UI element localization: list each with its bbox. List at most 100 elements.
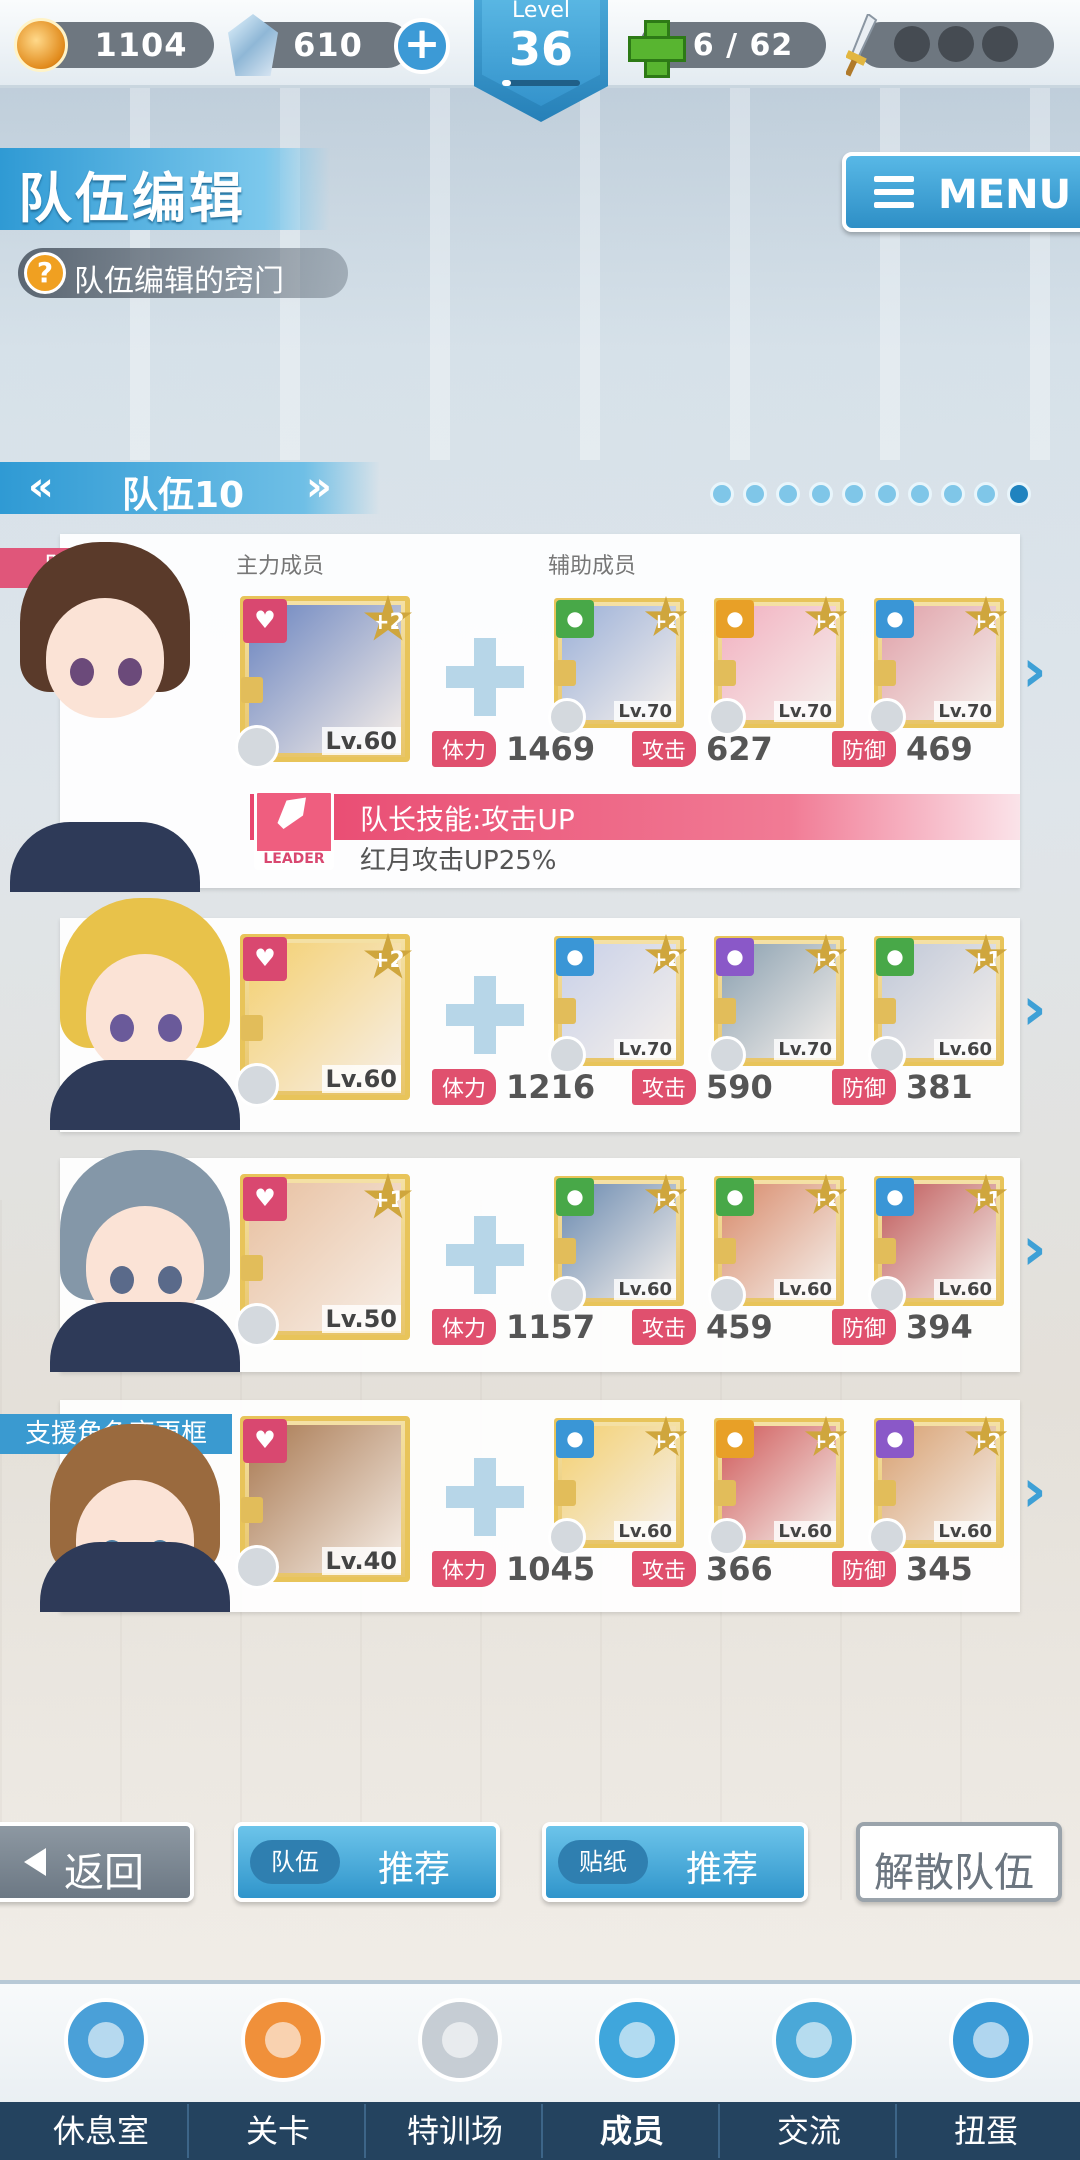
back-label: 返回 (64, 1850, 144, 1896)
main-member-card[interactable]: ♥ +1 Lv.50 (235, 1173, 412, 1347)
hp-stat-label: 体力 (432, 1551, 497, 1587)
level-progress-bar (502, 80, 580, 86)
menu-button[interactable]: MENU (842, 152, 1080, 232)
nav-label: 成员 (599, 2112, 664, 2150)
atk-stat-label: 攻击 (632, 731, 697, 767)
sword-icon (846, 14, 878, 77)
nav-label: 交流 (776, 2112, 841, 2150)
support-member-card[interactable]: ● +1 Lv.60 (868, 934, 1008, 1074)
cat-mascot-icon (589, 1992, 685, 2088)
support-member-card[interactable]: ● +1 Lv.60 (868, 1174, 1008, 1314)
team-page-dot[interactable] (710, 482, 734, 506)
team-page-dot[interactable] (842, 482, 866, 506)
curtain-stage-icon (943, 1992, 1039, 2088)
nav-curtain-stage[interactable]: 扭蛋 (901, 1990, 1071, 2160)
nav-label: 扭蛋 (953, 2112, 1018, 2150)
support-member-card[interactable]: ● +2 Lv.60 (868, 1416, 1008, 1556)
main-member-card[interactable]: ♥ +2 Lv.60 (235, 595, 412, 769)
attribute-icon: ● (876, 1420, 914, 1458)
nav-school[interactable]: 休息室 (16, 1990, 186, 2160)
atk-stat-value: 366 (706, 1550, 773, 1588)
row-detail-chevron-icon[interactable]: › (1022, 1219, 1052, 1279)
team-page-dot[interactable] (776, 482, 800, 506)
support-member-card[interactable]: ● +2 Lv.60 (548, 1416, 688, 1556)
sticker-recommend-button[interactable]: 贴纸 推荐 (542, 1822, 808, 1902)
atk-stat-value: 627 (706, 730, 773, 768)
team-recommend-button[interactable]: 队伍 推荐 (234, 1822, 500, 1902)
team-page-dot[interactable] (809, 482, 833, 506)
team-page-dot[interactable] (974, 482, 998, 506)
support-member-card[interactable]: ● +2 Lv.70 (548, 596, 688, 736)
atk-stat: 攻击 459 (632, 1308, 773, 1346)
prev-team-arrow[interactable]: « (28, 464, 54, 510)
card-level: Lv.50 (321, 1305, 401, 1333)
sticker-recommend-label: 推荐 (686, 1849, 759, 1890)
dress-icon (766, 1992, 862, 2088)
lock-icon (874, 998, 896, 1024)
row-detail-chevron-icon[interactable]: › (1022, 979, 1052, 1039)
support-member-card[interactable]: ● +2 Lv.70 (868, 596, 1008, 736)
nav-monster[interactable]: 关卡 (193, 1990, 363, 2160)
disband-team-button[interactable]: 解散队伍 (856, 1822, 1062, 1902)
back-button[interactable]: 返回 (0, 1822, 194, 1902)
main-member-card[interactable]: ♥ +2 Lv.60 (235, 933, 412, 1107)
support-member-card[interactable]: ● +2 Lv.60 (548, 1174, 688, 1314)
buy-gems-button[interactable]: + (394, 18, 450, 74)
level-number: 36 (508, 22, 573, 76)
lock-icon (554, 998, 576, 1024)
nav-crossed-swords[interactable]: 特训场 (370, 1990, 540, 2160)
attribute-icon: ● (716, 1420, 754, 1458)
hint-link[interactable]: 队伍编辑的窍门 (74, 256, 284, 300)
card-level: Lv.60 (614, 1279, 676, 1300)
stamina-plus-icon[interactable] (626, 18, 686, 78)
back-arrow-icon (24, 1848, 46, 1876)
attribute-icon: ● (556, 600, 594, 638)
team-page-dot[interactable] (1007, 482, 1031, 506)
leader-badge-label: LEADER (257, 851, 331, 867)
attribute-icon: ♥ (243, 599, 287, 643)
main-member-card[interactable]: ♥ Lv.40 (235, 1416, 410, 1589)
attribute-icon: ♥ (243, 1419, 287, 1463)
lock-icon (874, 1238, 896, 1264)
attribute-icon: ● (876, 1178, 914, 1216)
weapon-type-icon (235, 1063, 279, 1107)
team-page-indicator[interactable] (710, 482, 1031, 506)
team-page-dot[interactable] (875, 482, 899, 506)
question-icon[interactable]: ? (24, 252, 66, 294)
member-portrait (40, 898, 250, 1130)
support-member-card[interactable]: ● +2 Lv.70 (708, 934, 848, 1074)
team-page-dot[interactable] (743, 482, 767, 506)
atk-stat-value: 590 (706, 1068, 773, 1106)
atk-stat-label: 攻击 (632, 1551, 697, 1587)
row-detail-chevron-icon[interactable]: › (1022, 641, 1052, 701)
support-member-card[interactable]: ● +2 Lv.60 (708, 1416, 848, 1556)
team-page-dot[interactable] (941, 482, 965, 506)
lock-icon (241, 1255, 263, 1281)
gem-amount: 610 (293, 26, 363, 64)
support-member-card[interactable]: ● +2 Lv.70 (708, 596, 848, 736)
card-level: Lv.40 (321, 1547, 401, 1575)
coin-amount: 1104 (94, 26, 188, 64)
def-stat-value: 394 (906, 1308, 973, 1346)
support-members-label: 辅助成员 (548, 554, 637, 579)
nav-cat-mascot[interactable]: 成员 (547, 1990, 717, 2160)
hp-stat: 体力 1157 (432, 1308, 595, 1346)
card-level: Lv.60 (934, 1279, 996, 1300)
row-detail-chevron-icon[interactable]: › (1022, 1461, 1052, 1521)
hp-stat-value: 1045 (506, 1550, 596, 1588)
def-stat-value: 469 (906, 730, 973, 768)
def-stat: 防御 381 (832, 1068, 973, 1106)
attribute-icon: ● (876, 600, 914, 638)
team-page-dot[interactable] (908, 482, 932, 506)
hp-stat-label: 体力 (432, 1309, 497, 1345)
support-member-card[interactable]: ● +2 Lv.60 (708, 1174, 848, 1314)
attribute-icon: ● (876, 938, 914, 976)
support-member-card[interactable]: ● +2 Lv.70 (548, 934, 688, 1074)
def-stat: 防御 345 (832, 1550, 973, 1588)
lock-icon (554, 1480, 576, 1506)
nav-dress[interactable]: 交流 (724, 1990, 894, 2160)
attribute-icon: ● (556, 1420, 594, 1458)
next-team-arrow[interactable]: » (306, 464, 332, 510)
lock-icon (714, 1480, 736, 1506)
def-stat-value: 381 (906, 1068, 973, 1106)
